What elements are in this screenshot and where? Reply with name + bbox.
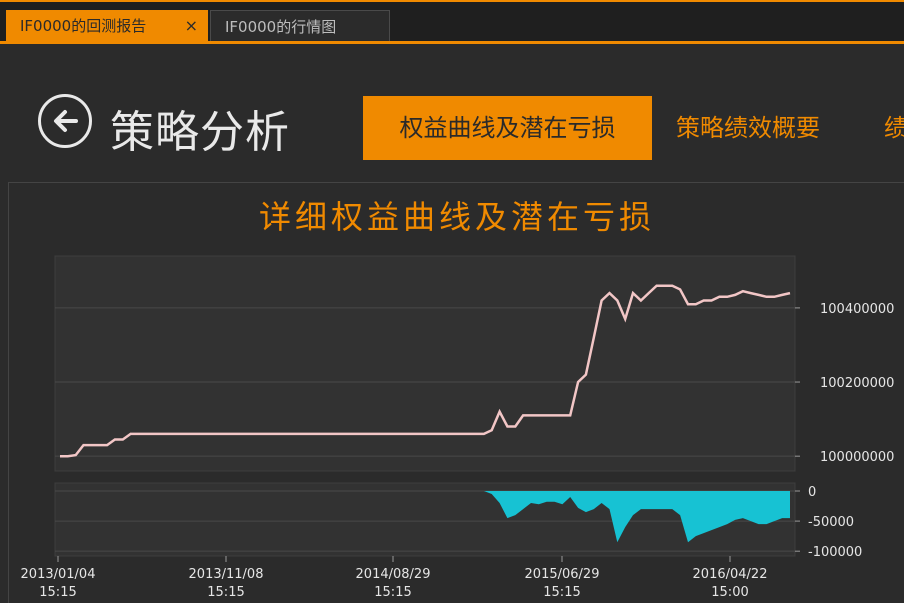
x-tick-date: 2015/06/29 bbox=[525, 567, 600, 582]
equity-y-tick-label: 100400000 bbox=[820, 302, 894, 317]
equity-y-tick-label: 100000000 bbox=[820, 450, 894, 465]
drawdown-y-axis: 0 -50000 -100000 bbox=[795, 485, 862, 560]
x-tick-date: 2014/08/29 bbox=[356, 567, 431, 582]
drawdown-chart: 0 -50000 -100000 bbox=[54, 482, 862, 560]
equity-plot-area bbox=[54, 255, 796, 472]
x-tick-date: 2013/11/08 bbox=[189, 567, 264, 582]
x-tick-date: 2013/01/04 bbox=[21, 567, 96, 582]
equity-y-tick-label: 100200000 bbox=[820, 376, 894, 391]
chart-svg: 100000000 100200000 100400000 0 -50000 -1000… bbox=[21, 255, 894, 600]
drawdown-y-tick-label: -50000 bbox=[808, 515, 854, 530]
drawdown-y-tick-label: 0 bbox=[808, 485, 816, 500]
x-tick-time: 15:15 bbox=[374, 585, 411, 600]
x-tick-time: 15:15 bbox=[39, 585, 76, 600]
equity-y-axis: 100000000 100200000 100400000 bbox=[795, 302, 894, 465]
x-tick-time: 15:15 bbox=[207, 585, 244, 600]
drawdown-y-tick-label: -100000 bbox=[808, 545, 862, 560]
equity-chart: 100000000 100200000 100400000 bbox=[54, 255, 894, 472]
x-tick-time: 15:00 bbox=[711, 585, 748, 600]
x-tick-date: 2016/04/22 bbox=[693, 567, 768, 582]
x-tick-time: 15:15 bbox=[543, 585, 580, 600]
x-axis: 2013/01/04 15:15 2013/11/08 15:15 2014/08/29… bbox=[21, 556, 768, 600]
